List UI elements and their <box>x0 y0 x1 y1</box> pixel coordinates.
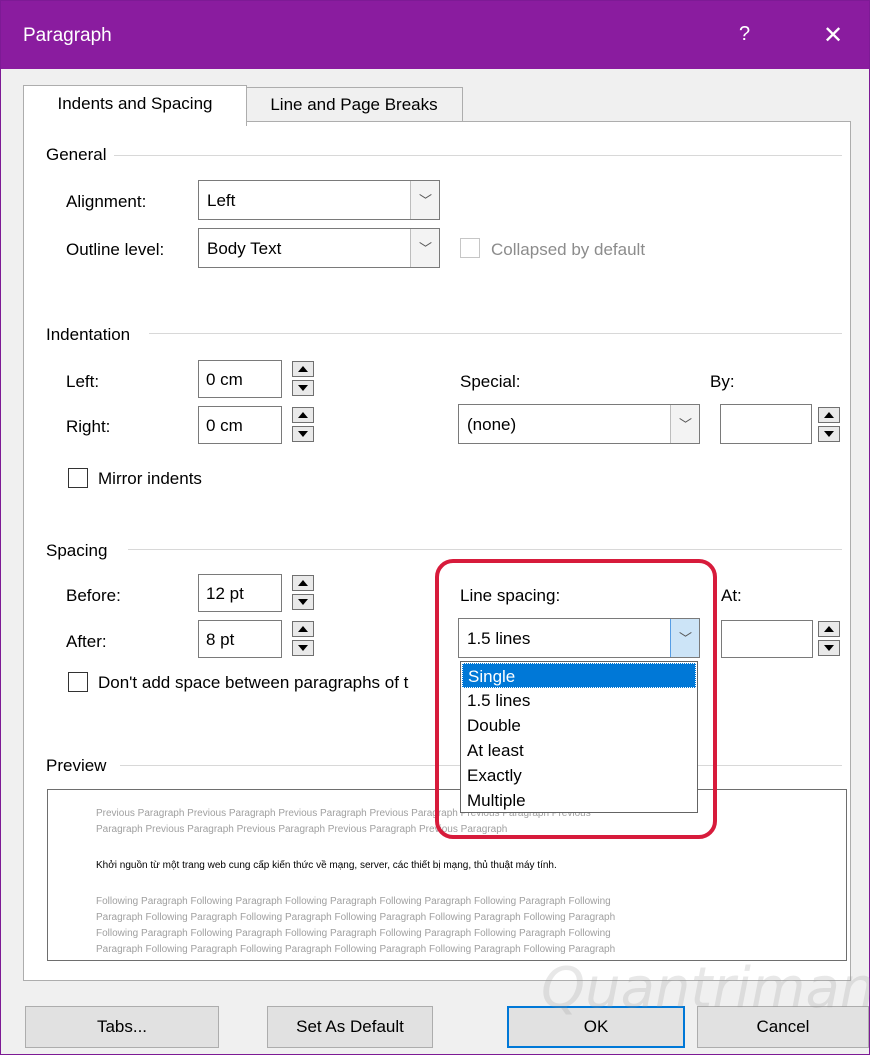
outline-level-value: Body Text <box>207 239 282 258</box>
spacing-heading: Spacing <box>46 541 116 561</box>
by-stepper[interactable] <box>818 406 842 444</box>
step-up-icon[interactable] <box>292 575 314 591</box>
after-value: 8 pt <box>206 630 235 649</box>
chevron-down-icon: ﹀ <box>419 193 433 208</box>
tab-indents-and-spacing[interactable]: Indents and Spacing <box>23 85 247 126</box>
indentation-heading: Indentation <box>46 325 139 345</box>
line-spacing-select[interactable]: 1.5 lines ﹀ <box>458 618 700 658</box>
alignment-dropdown-button[interactable]: ﹀ <box>410 181 439 219</box>
right-indent-stepper[interactable] <box>292 406 316 444</box>
step-up-icon[interactable] <box>292 621 314 637</box>
line-spacing-option-1-5-lines[interactable]: 1.5 lines <box>462 688 696 713</box>
step-up-icon[interactable] <box>292 361 314 377</box>
left-indent-value: 0 cm <box>206 370 243 389</box>
preview-following-line: Following Paragraph Following Paragraph … <box>96 928 611 939</box>
preview-box: Previous Paragraph Previous Paragraph Pr… <box>47 789 847 961</box>
dialog-title: Paragraph <box>23 25 112 46</box>
collapsed-label: Collapsed by default <box>491 240 646 259</box>
preview-following-line: Following Paragraph Following Paragraph … <box>96 896 611 907</box>
dont-add-space-label: Don't add space between paragraphs of t <box>98 673 409 692</box>
special-select[interactable]: (none) ﹀ <box>458 404 700 444</box>
line-spacing-option-at-least[interactable]: At least <box>462 738 696 763</box>
at-stepper[interactable] <box>818 620 842 658</box>
after-stepper[interactable] <box>292 620 316 658</box>
title-bar: Paragraph ? ✕ <box>1 1 869 69</box>
before-stepper[interactable] <box>292 574 316 612</box>
alignment-select[interactable]: Left ﹀ <box>198 180 440 220</box>
line-spacing-value: 1.5 lines <box>467 629 531 648</box>
left-indent-stepper[interactable] <box>292 360 316 398</box>
step-down-icon[interactable] <box>292 594 314 610</box>
mirror-indents-label: Mirror indents <box>98 469 202 488</box>
indentation-divider <box>149 333 842 334</box>
general-heading: General <box>46 145 115 165</box>
at-label: At: <box>721 586 742 605</box>
special-dropdown-button[interactable]: ﹀ <box>670 405 699 443</box>
outline-level-select[interactable]: Body Text ﹀ <box>198 228 440 268</box>
left-indent-label: Left: <box>66 372 100 391</box>
line-spacing-dropdown-button[interactable]: ﹀ <box>670 619 699 657</box>
by-label: By: <box>710 372 735 391</box>
help-icon[interactable]: ? <box>739 23 750 46</box>
tabs-button[interactable]: Tabs... <box>25 1006 219 1048</box>
line-spacing-dropdown-list: Single 1.5 lines Double At least Exactly… <box>460 661 698 813</box>
watermark: Quantrimang <box>541 956 870 1021</box>
tab-line-and-page-breaks[interactable]: Line and Page Breaks <box>245 87 463 122</box>
close-icon[interactable]: ✕ <box>823 21 843 50</box>
line-spacing-option-exactly[interactable]: Exactly <box>462 763 696 788</box>
before-label: Before: <box>66 586 121 605</box>
step-up-icon[interactable] <box>818 621 840 637</box>
mirror-indents-checkbox[interactable] <box>68 468 88 488</box>
special-value: (none) <box>467 415 517 434</box>
preview-sample-text: Khởi nguồn từ một trang web cung cấp kiế… <box>96 860 557 871</box>
before-value: 12 pt <box>206 584 244 603</box>
line-spacing-option-double[interactable]: Double <box>462 713 696 738</box>
line-spacing-option-single[interactable]: Single <box>462 663 696 688</box>
outline-dropdown-button[interactable]: ﹀ <box>410 229 439 267</box>
step-up-icon[interactable] <box>818 407 840 423</box>
special-label: Special: <box>460 372 521 391</box>
preview-previous-line: Paragraph Previous Paragraph Previous Pa… <box>96 824 508 835</box>
paragraph-dialog: Paragraph ? ✕ Indents and Spacing Line a… <box>0 0 870 1055</box>
step-down-icon[interactable] <box>818 426 840 442</box>
step-up-icon[interactable] <box>292 407 314 423</box>
right-indent-label: Right: <box>66 417 111 436</box>
preview-following-line: Paragraph Following Paragraph Following … <box>96 912 616 923</box>
line-spacing-label: Line spacing: <box>460 586 561 605</box>
chevron-down-icon: ﹀ <box>679 631 693 646</box>
step-down-icon[interactable] <box>818 640 840 656</box>
line-spacing-option-multiple[interactable]: Multiple <box>462 788 696 813</box>
before-field[interactable]: 12 pt <box>198 574 282 612</box>
outline-level-label: Outline level: <box>66 240 165 259</box>
alignment-label: Alignment: <box>66 192 147 211</box>
set-as-default-button[interactable]: Set As Default <box>267 1006 433 1048</box>
after-field[interactable]: 8 pt <box>198 620 282 658</box>
by-field[interactable] <box>720 404 812 444</box>
collapsed-checkbox[interactable] <box>460 238 480 258</box>
right-indent-field[interactable]: 0 cm <box>198 406 282 444</box>
step-down-icon[interactable] <box>292 640 314 656</box>
right-indent-value: 0 cm <box>206 416 243 435</box>
step-down-icon[interactable] <box>292 380 314 396</box>
at-field[interactable] <box>721 620 813 658</box>
general-divider <box>114 155 842 156</box>
step-down-icon[interactable] <box>292 426 314 442</box>
after-label: After: <box>66 632 107 651</box>
chevron-down-icon: ﹀ <box>679 417 693 432</box>
dont-add-space-checkbox[interactable] <box>68 672 88 692</box>
left-indent-field[interactable]: 0 cm <box>198 360 282 398</box>
preview-heading: Preview <box>46 756 115 776</box>
chevron-down-icon: ﹀ <box>419 241 433 256</box>
spacing-divider <box>128 549 842 550</box>
alignment-value: Left <box>207 191 236 210</box>
